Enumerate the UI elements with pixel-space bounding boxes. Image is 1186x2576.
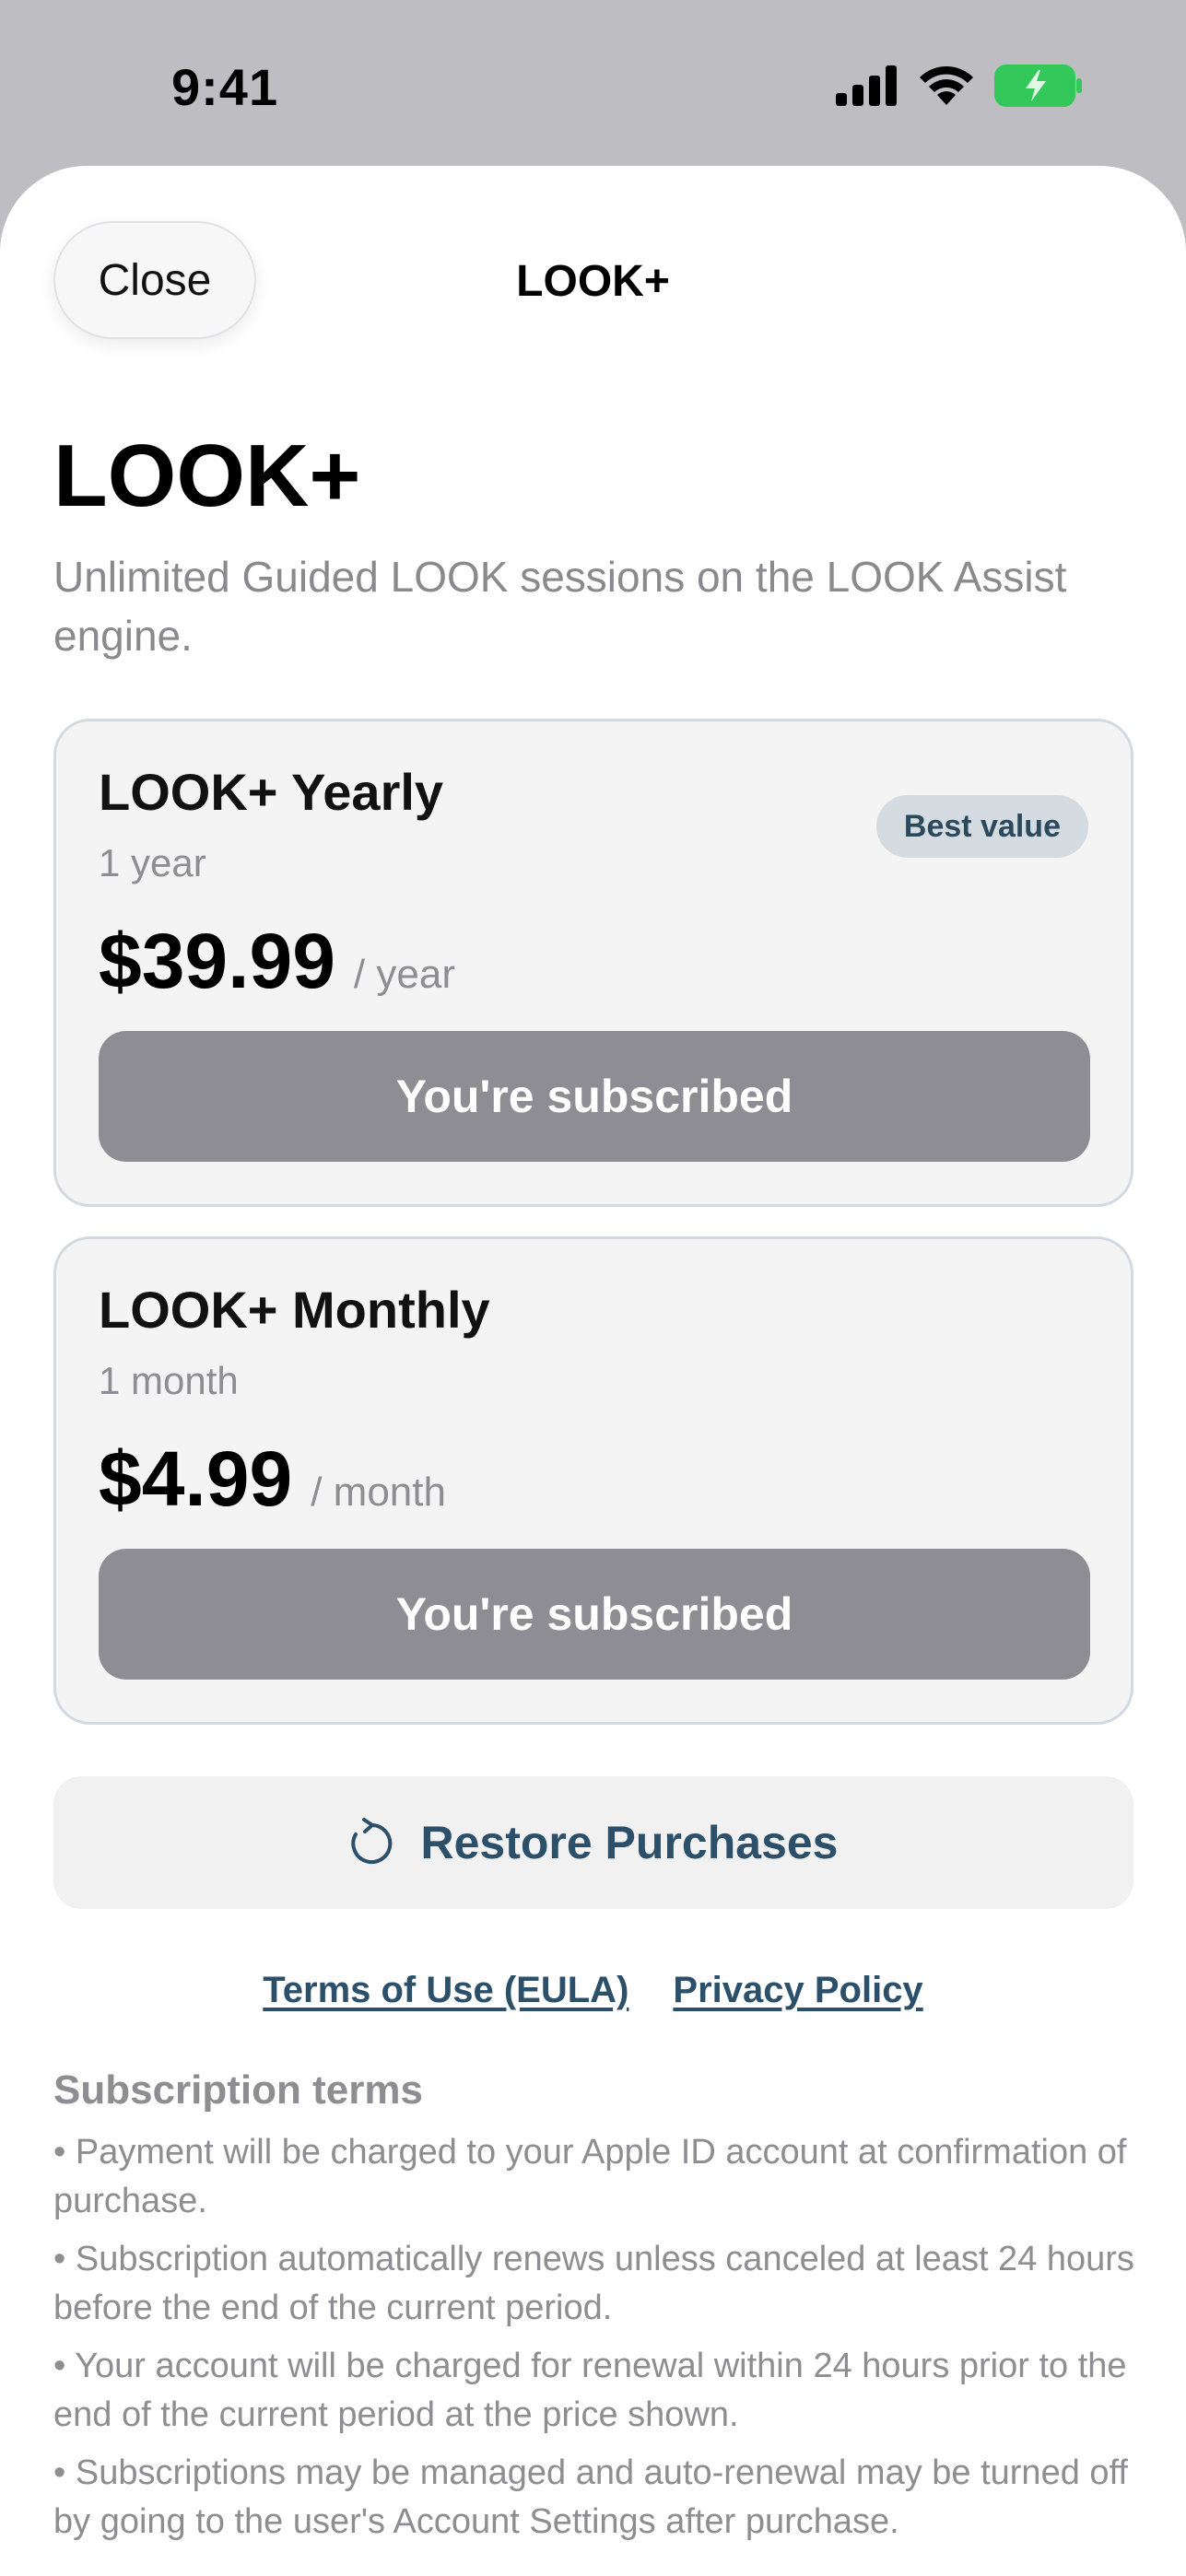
- subscription-terms-list: • Payment will be charged to your Apple …: [53, 2128, 1141, 2556]
- cellular-signal-icon: [836, 65, 897, 106]
- restore-purchases-button[interactable]: Restore Purchases: [53, 1776, 1133, 1909]
- plan-price-row: $4.99 / month: [99, 1434, 446, 1524]
- plan-name: LOOK+ Monthly: [99, 1281, 490, 1339]
- paywall-sheet: Close LOOK+ LOOK+ Unlimited Guided LOOK …: [0, 166, 1186, 2576]
- plan-card-yearly[interactable]: LOOK+ Yearly Best value 1 year $39.99 / …: [53, 719, 1133, 1207]
- best-value-badge: Best value: [875, 795, 1088, 858]
- plan-name: LOOK+ Yearly: [99, 763, 444, 821]
- terms-item: • Payment will be charged to your Apple …: [53, 2133, 1127, 2220]
- privacy-policy-link[interactable]: Privacy Policy: [673, 1970, 922, 2011]
- plan-price: $4.99: [99, 1435, 293, 1522]
- terms-item: • Your account will be charged for renew…: [53, 2347, 1127, 2434]
- legal-links: Terms of Use (EULA) Privacy Policy: [0, 1970, 1186, 2011]
- plan-price-unit: / month: [311, 1469, 446, 1515]
- nav-title: LOOK+: [516, 257, 670, 306]
- page-title: LOOK+: [53, 427, 361, 525]
- status-bar: 9:41: [0, 0, 1186, 166]
- plan-price: $39.99: [99, 918, 335, 1004]
- plan-card-monthly[interactable]: LOOK+ Monthly 1 month $4.99 / month You'…: [53, 1236, 1133, 1725]
- status-time: 9:41: [171, 58, 279, 116]
- plan-price-unit: / year: [353, 952, 455, 997]
- page-subtitle: Unlimited Guided LOOK sessions on the LO…: [53, 553, 1067, 660]
- plan-period: 1 month: [99, 1359, 239, 1402]
- subscribed-button-monthly[interactable]: You're subscribed: [99, 1549, 1090, 1680]
- restore-purchases-label: Restore Purchases: [420, 1817, 839, 1868]
- wifi-icon: [920, 65, 973, 105]
- plan-period: 1 year: [99, 841, 206, 884]
- subscription-terms-heading: Subscription terms: [53, 2067, 423, 2113]
- terms-of-use-link[interactable]: Terms of Use (EULA): [263, 1970, 628, 2011]
- subscribed-button-yearly[interactable]: You're subscribed: [99, 1031, 1090, 1162]
- plan-price-row: $39.99 / year: [99, 917, 455, 1006]
- status-icons: [836, 64, 1083, 107]
- terms-item: • Subscription automatically renews unle…: [53, 2240, 1134, 2327]
- terms-item: • Subscriptions may be managed and auto-…: [53, 2453, 1128, 2541]
- refresh-icon: [351, 1818, 393, 1864]
- battery-charging-icon: [994, 64, 1082, 107]
